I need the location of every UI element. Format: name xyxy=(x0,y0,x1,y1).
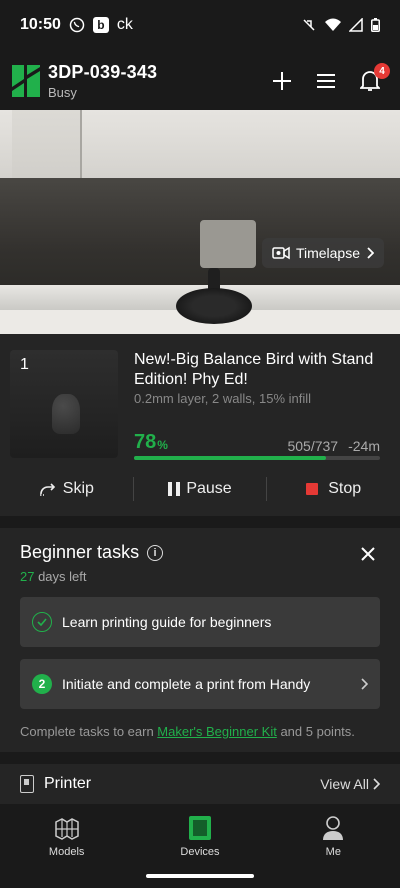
progress-percent: 78 xyxy=(134,431,157,453)
view-all-label: View All xyxy=(320,776,369,792)
progress-bar-fill xyxy=(134,456,326,460)
chevron-right-icon xyxy=(373,778,380,790)
nav-devices-label: Devices xyxy=(180,846,220,858)
notification-badge: 4 xyxy=(374,63,390,79)
reward-prefix: Complete tasks to earn xyxy=(20,724,158,739)
chevron-right-icon xyxy=(361,678,368,690)
layer-count: 505/737 xyxy=(287,438,339,454)
camera-model-base xyxy=(176,288,252,324)
time-remaining: -24m xyxy=(348,438,380,454)
status-time: 10:50 xyxy=(20,16,61,33)
home-indicator[interactable] xyxy=(146,874,254,878)
stop-label: Stop xyxy=(328,480,362,497)
skip-button[interactable]: Skip xyxy=(0,476,133,502)
close-icon xyxy=(361,547,375,561)
info-icon[interactable]: i xyxy=(147,544,164,561)
task-item[interactable]: Learn printing guide for beginners xyxy=(20,597,380,647)
nav-models[interactable]: Models xyxy=(0,806,133,888)
whatsapp-icon xyxy=(69,17,85,33)
progress-percent-symbol: % xyxy=(157,438,168,452)
skip-icon xyxy=(39,483,55,496)
battery-icon xyxy=(371,18,380,32)
plate-number: 1 xyxy=(20,356,29,373)
notifications-button[interactable]: 4 xyxy=(358,63,390,93)
printer-status: Busy xyxy=(48,85,77,100)
brand-logo-icon xyxy=(12,65,40,97)
beginner-tasks-header: Beginner tasks i xyxy=(20,542,164,563)
model-preview xyxy=(52,394,80,434)
models-icon xyxy=(53,814,81,842)
mute-icon xyxy=(301,17,317,33)
days-left-number: 27 xyxy=(20,569,35,584)
camera-toolhead xyxy=(200,220,256,268)
stop-button[interactable]: Stop xyxy=(267,476,400,502)
printer-section-title: Printer xyxy=(44,775,92,792)
camera-feed[interactable]: Timelapse xyxy=(0,110,400,334)
job-settings: 0.2mm layer, 2 walls, 15% infill xyxy=(134,391,312,406)
printer-section-header: Printer View All xyxy=(0,764,400,804)
app-header: 3DP-039-343 Busy 4 xyxy=(0,55,400,107)
pause-button[interactable]: Pause xyxy=(134,476,267,502)
days-left-label: days left xyxy=(34,569,87,584)
status-left: 10:50 b ck xyxy=(20,16,133,34)
plus-icon xyxy=(273,72,291,90)
b-app-icon: b xyxy=(92,17,109,33)
progress-bar xyxy=(134,456,380,460)
timelapse-button[interactable]: Timelapse xyxy=(261,238,384,268)
days-left: 27 days left xyxy=(20,569,87,584)
printer-name: 3DP-039-343 xyxy=(48,62,158,82)
job-thumbnail[interactable]: 1 xyxy=(10,350,118,458)
task-label: Learn printing guide for beginners xyxy=(62,614,272,630)
timelapse-label: Timelapse xyxy=(295,245,360,261)
video-camera-icon xyxy=(272,246,290,260)
pause-icon xyxy=(168,482,181,496)
task-label: Initiate and complete a print from Handy xyxy=(62,676,311,692)
status-right xyxy=(301,17,380,33)
beginner-tasks-title: Beginner tasks xyxy=(20,542,140,562)
view-all-link[interactable]: View All xyxy=(320,776,380,792)
add-button[interactable] xyxy=(270,69,294,93)
chevron-right-icon xyxy=(367,247,374,259)
skip-label: Skip xyxy=(62,480,94,497)
signal-icon xyxy=(349,18,363,32)
reward-suffix: and 5 points. xyxy=(276,724,355,739)
job-title: New!-Big Balance Bird with Stand Edition… xyxy=(134,351,374,388)
list-icon xyxy=(317,74,335,88)
progress-info: 78 % 505/737 -24m xyxy=(134,430,380,454)
status-app-text: ck xyxy=(116,16,133,33)
beginner-kit-link[interactable]: Maker's Beginner Kit xyxy=(157,724,277,739)
print-controls: Skip Pause Stop xyxy=(0,474,400,504)
close-button[interactable] xyxy=(358,544,378,564)
devices-icon xyxy=(186,814,214,842)
stop-icon xyxy=(306,483,319,495)
step-number-badge: 2 xyxy=(32,674,52,694)
printer-icon xyxy=(20,775,34,793)
me-icon xyxy=(319,814,347,842)
printer-info[interactable]: 3DP-039-343 Busy xyxy=(48,62,157,100)
beginner-tasks-card: Beginner tasks i 27 days left Learn prin… xyxy=(0,528,400,752)
task-item[interactable]: 2 Initiate and complete a print from Han… xyxy=(20,659,380,709)
wifi-icon xyxy=(325,18,341,32)
pause-label: Pause xyxy=(186,480,232,497)
header-actions: 4 xyxy=(270,63,390,93)
tasks-reward-text: Complete tasks to earn Maker's Beginner … xyxy=(20,724,355,739)
status-bar: 10:50 b ck xyxy=(0,0,400,50)
menu-button[interactable] xyxy=(314,69,338,93)
check-icon xyxy=(32,612,52,632)
nav-me-label: Me xyxy=(325,846,341,858)
nav-models-label: Models xyxy=(48,846,85,858)
print-job-card: 1 New!-Big Balance Bird with Stand Editi… xyxy=(0,334,400,516)
nav-me[interactable]: Me xyxy=(267,806,400,888)
